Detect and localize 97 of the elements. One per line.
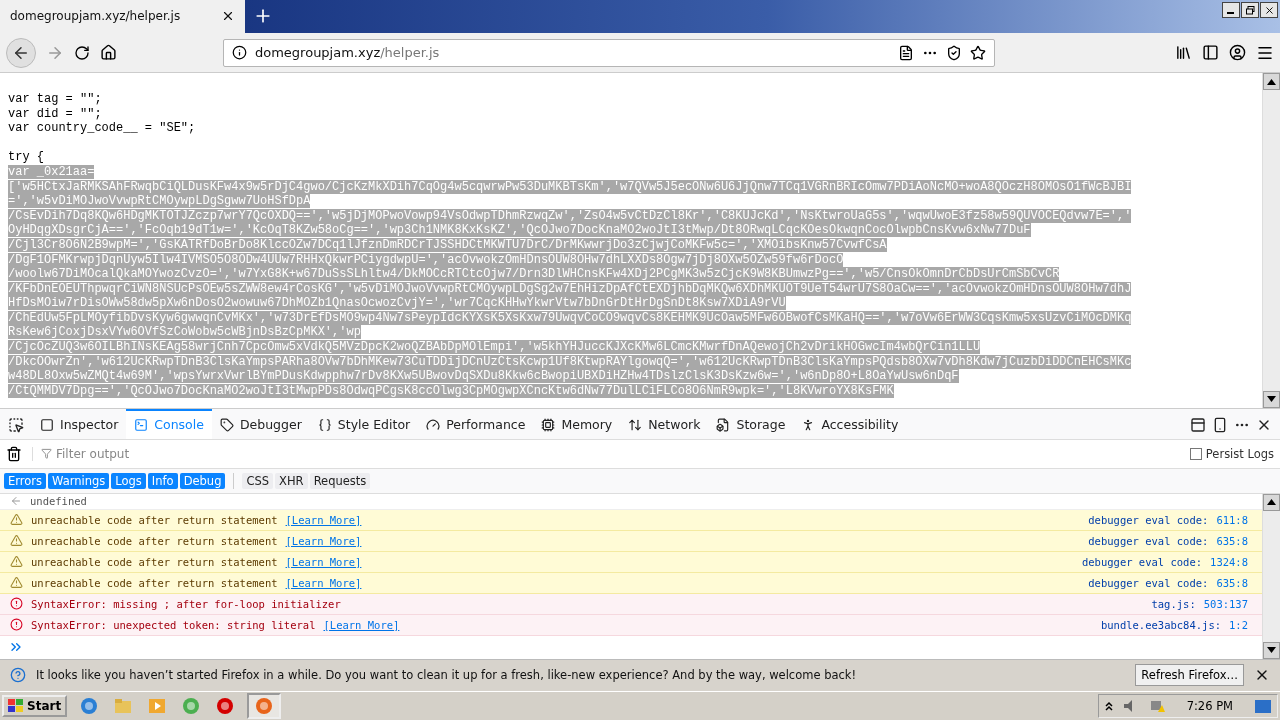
close-button[interactable] [1260, 2, 1278, 18]
filter-toggle[interactable]: Warnings [48, 472, 110, 489]
refresh-button[interactable]: Refresh Firefox… [1135, 664, 1244, 687]
error-icon [10, 618, 23, 632]
notification-text: It looks like you haven’t started Firefox in a while. Do you want to clean it up for a fresh, like-new experience? And by the way, welcome back! [36, 668, 857, 683]
shield-icon[interactable] [946, 44, 962, 61]
trash-icon[interactable] [6, 445, 22, 462]
source-location[interactable]: bundle.ee3abc84.js: [1100, 618, 1222, 631]
reader-icon[interactable] [898, 44, 914, 61]
source-location[interactable]: debugger eval code: [1088, 576, 1209, 589]
scroll-up-icon[interactable] [1267, 78, 1276, 85]
terminal-icon [134, 417, 149, 432]
devtools-tab[interactable]: Style Editor [309, 408, 419, 439]
dock-icon[interactable] [1190, 416, 1206, 433]
warning-icon [10, 534, 23, 548]
devtools-tab[interactable]: Accessibility [793, 408, 907, 439]
filter-icon [41, 448, 52, 459]
message-text: unreachable code after return statement [31, 513, 278, 526]
filter-toggle[interactable]: Debug [179, 472, 226, 489]
devtools-tab[interactable]: Network [620, 408, 709, 439]
close-icon [1263, 4, 1275, 16]
restore-icon [1245, 5, 1255, 15]
learn-more-link[interactable]: [Learn More] [285, 555, 362, 568]
scroll-up-icon[interactable] [1267, 499, 1276, 505]
code-line: try { [8, 150, 44, 165]
message-text: undefined [30, 495, 87, 508]
source-location[interactable]: debugger eval code: [1081, 555, 1203, 568]
line-position[interactable]: 635:8 [1216, 576, 1248, 589]
clock: 7:26 PM [1186, 699, 1233, 714]
scrollbar[interactable] [1262, 73, 1280, 408]
filter-toggle[interactable]: Info [147, 472, 178, 489]
tag-icon [219, 417, 234, 432]
minimize-button[interactable] [1222, 2, 1240, 18]
message-text: SyntaxError: missing ; after for-loop initializer [31, 597, 341, 610]
source-location[interactable]: tag.js: [1151, 597, 1196, 610]
scroll-down-icon[interactable] [1267, 647, 1276, 653]
file-box-icon [716, 417, 731, 432]
help-icon [10, 667, 26, 684]
source-location[interactable]: debugger eval code: [1088, 513, 1209, 526]
warning-icon [10, 576, 23, 590]
devtools-tab[interactable]: Inspector [32, 408, 127, 439]
warning-icon [10, 555, 23, 569]
filter-field[interactable]: Filter output [32, 446, 1180, 461]
line-position[interactable]: 1:2 [1229, 618, 1248, 631]
message-text: unreachable code after return statement [31, 534, 278, 547]
info-icon [232, 45, 247, 61]
reload-icon[interactable] [74, 44, 90, 61]
braces-icon [317, 417, 332, 432]
line-position[interactable]: 611:8 [1216, 513, 1248, 526]
picker-icon [8, 416, 24, 433]
square-icon [40, 417, 54, 432]
sidebar-icon[interactable] [1202, 44, 1219, 62]
code-line: var did = ""; [8, 106, 102, 121]
source-location[interactable]: debugger eval code: [1088, 534, 1209, 547]
filter-toggle[interactable]: XHR [275, 472, 308, 489]
devtools-tab[interactable]: Console [126, 408, 212, 439]
devtools-tab[interactable]: Memory [533, 408, 621, 439]
warning-icon [10, 513, 23, 527]
address-field[interactable]: domegroupjam.xyz/helper.js [223, 38, 995, 67]
home-icon[interactable] [100, 44, 117, 62]
code-line: var country_code__ = "SE"; [8, 121, 196, 136]
learn-more-link[interactable]: [Learn More] [323, 618, 400, 631]
result-arrow-icon [10, 495, 22, 508]
filter-toggle[interactable]: Logs [111, 472, 146, 489]
star-icon[interactable] [970, 44, 986, 61]
persist-logs-checkbox[interactable]: Persist Logs [1189, 446, 1274, 461]
line-position[interactable]: 503:137 [1203, 597, 1248, 610]
filter-toggle[interactable]: CSS [242, 472, 274, 489]
line-position[interactable]: 635:8 [1216, 534, 1248, 547]
gauge-icon [426, 417, 441, 432]
devtools-tab[interactable]: Performance [418, 408, 534, 439]
filter-toggle[interactable]: Errors [4, 472, 47, 489]
code-line: var tag = ""; [8, 91, 102, 106]
start-button[interactable]: Start [2, 695, 68, 718]
scrollbar[interactable] [1262, 493, 1280, 659]
error-icon [10, 597, 23, 611]
devtools-tab[interactable]: Storage [708, 408, 794, 439]
scroll-down-icon[interactable] [1267, 396, 1276, 402]
learn-more-link[interactable]: [Learn More] [285, 534, 362, 547]
library-icon[interactable] [1175, 44, 1192, 62]
chevrons-up-icon[interactable] [1104, 701, 1113, 712]
account-icon[interactable] [1229, 44, 1246, 62]
back-button[interactable] [6, 37, 36, 68]
arrows-icon [628, 417, 643, 432]
message-text: unreachable code after return statement [31, 576, 278, 589]
filter-toggle[interactable]: Requests [309, 472, 371, 489]
learn-more-link[interactable]: [Learn More] [285, 513, 362, 526]
message-text: unreachable code after return statement [31, 555, 278, 568]
devtools-tab[interactable]: Debugger [211, 408, 310, 439]
line-position[interactable]: 1324:8 [1210, 555, 1248, 568]
browser-tab[interactable]: domegroupjam.xyz/helper.js [0, 0, 245, 33]
responsive-icon[interactable] [1212, 416, 1228, 433]
learn-more-link[interactable]: [Learn More] [285, 576, 362, 589]
chip-icon [541, 417, 556, 432]
restore-button[interactable] [1241, 2, 1259, 18]
windows-logo [8, 699, 24, 714]
message-text: SyntaxError: unexpected token: string literal [31, 618, 316, 631]
